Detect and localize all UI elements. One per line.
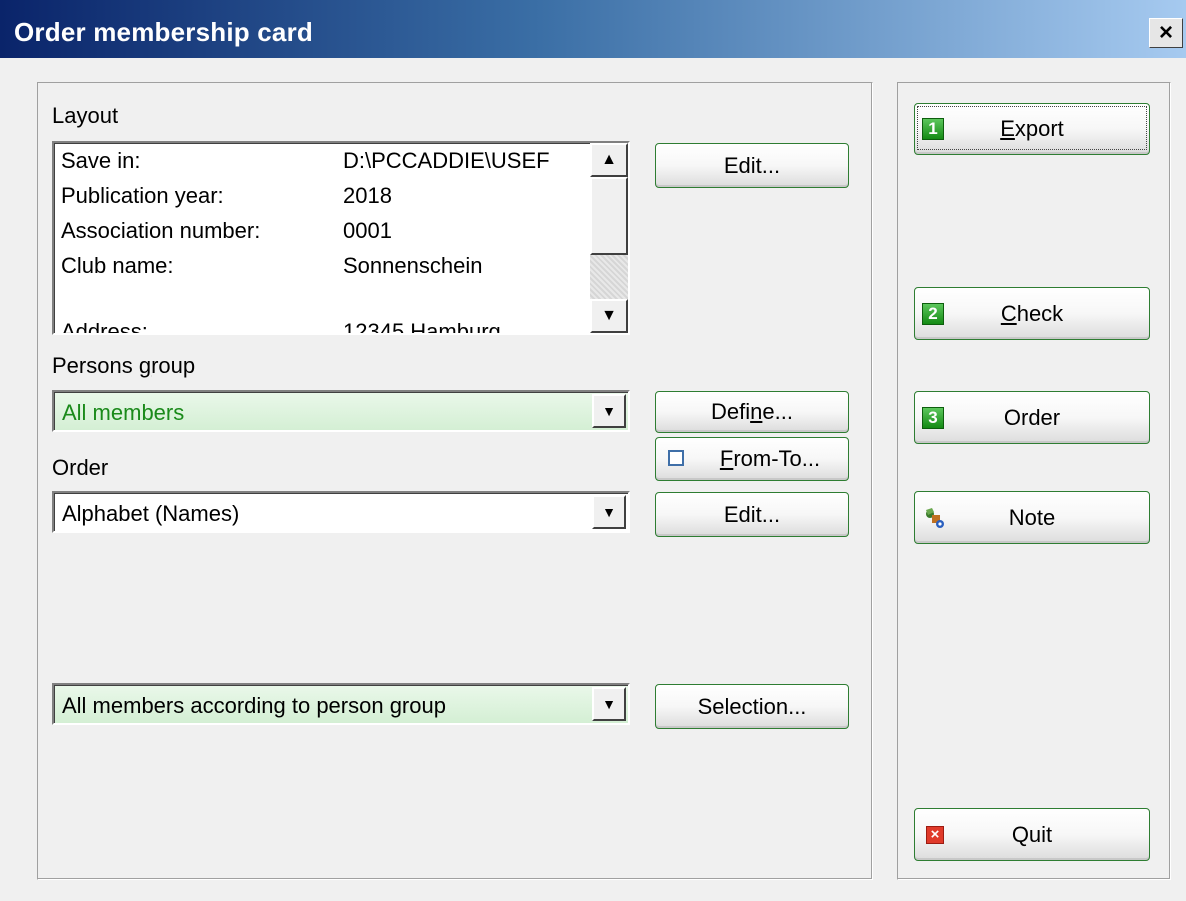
note-button[interactable]: Note: [914, 491, 1150, 544]
chevron-down-icon: ▼: [602, 504, 616, 520]
number-one-icon: 1: [922, 118, 944, 140]
selection-button[interactable]: Selection...: [655, 684, 849, 729]
order-button[interactable]: 3 Order: [914, 391, 1150, 444]
order-label: Order: [52, 455, 109, 480]
persons-group-select[interactable]: All members ▼: [52, 390, 630, 432]
from-to-button[interactable]: From-To...: [655, 437, 849, 481]
actions-panel: [897, 82, 1171, 880]
layout-listbox[interactable]: Save in: D:\PCCADDIE\USEF Publication ye…: [52, 141, 630, 335]
note-icon: [926, 507, 944, 528]
check-button[interactable]: 2 Check: [914, 287, 1150, 340]
chevron-down-icon: ▼: [602, 696, 616, 712]
dropdown-button[interactable]: ▼: [592, 394, 626, 428]
triangle-up-icon: ▲: [601, 151, 617, 168]
selection-select[interactable]: All members according to person group ▼: [52, 683, 630, 725]
order-edit-button[interactable]: Edit...: [655, 492, 849, 537]
dropdown-button[interactable]: ▼: [592, 687, 626, 721]
scroll-down-button[interactable]: ▼: [590, 299, 628, 333]
dropdown-button[interactable]: ▼: [592, 495, 626, 529]
quit-icon: ×: [926, 825, 944, 844]
chevron-down-icon: ▼: [602, 403, 616, 419]
layout-edit-button[interactable]: Edit...: [655, 143, 849, 188]
number-three-icon: 3: [922, 406, 944, 429]
close-button[interactable]: ×: [1149, 18, 1183, 48]
define-button[interactable]: Define...: [655, 391, 849, 433]
export-button[interactable]: 1 Export: [914, 103, 1150, 155]
close-icon: ×: [1158, 19, 1173, 46]
persons-group-label: Persons group: [52, 353, 196, 378]
quit-button[interactable]: × Quit: [914, 808, 1150, 861]
layout-scrollbar[interactable]: ▲ ▼: [590, 143, 628, 333]
number-two-icon: 2: [922, 302, 944, 325]
scroll-thumb[interactable]: [590, 177, 628, 255]
layout-label: Layout: [52, 103, 119, 128]
scroll-up-button[interactable]: ▲: [590, 143, 628, 177]
window-title: Order membership card: [14, 17, 313, 47]
order-select[interactable]: Alphabet (Names) ▼: [52, 491, 630, 533]
title-bar: Order membership card ×: [0, 0, 1186, 58]
checkbox-icon[interactable]: [668, 450, 684, 466]
triangle-down-icon: ▼: [601, 307, 617, 324]
